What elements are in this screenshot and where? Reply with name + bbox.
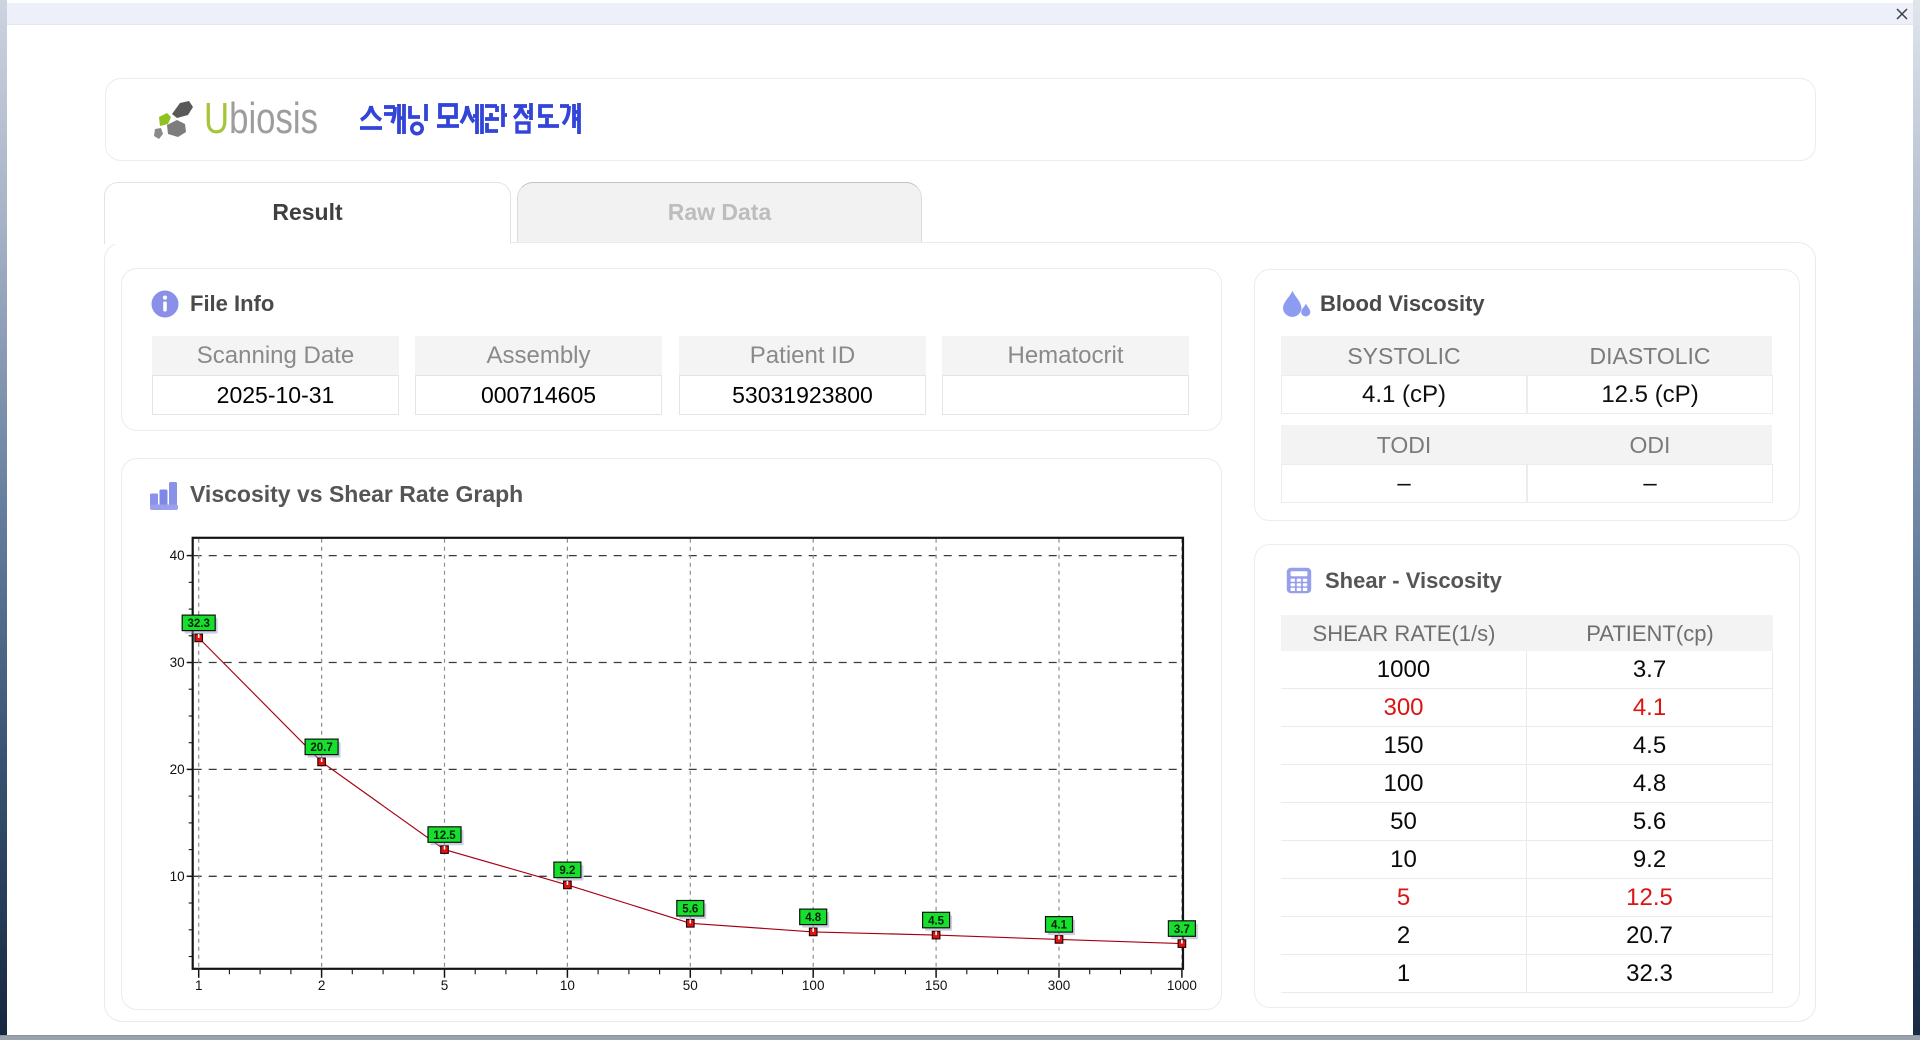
- svg-text:3.7: 3.7: [1174, 924, 1190, 936]
- svg-text:5.6: 5.6: [682, 904, 698, 916]
- svg-text:9.2: 9.2: [559, 865, 575, 877]
- svg-text:4.1: 4.1: [1051, 920, 1068, 932]
- svg-text:300: 300: [1048, 978, 1071, 993]
- svg-text:32.3: 32.3: [188, 618, 210, 630]
- svg-text:20.7: 20.7: [310, 742, 332, 754]
- svg-text:40: 40: [170, 548, 185, 563]
- svg-text:50: 50: [683, 978, 698, 993]
- svg-text:2: 2: [318, 978, 326, 993]
- svg-text:12.5: 12.5: [433, 830, 456, 842]
- svg-text:1: 1: [195, 978, 203, 993]
- svg-text:5: 5: [441, 978, 449, 993]
- svg-text:4.5: 4.5: [928, 915, 945, 927]
- svg-text:20: 20: [170, 762, 185, 777]
- svg-text:4.8: 4.8: [805, 912, 822, 924]
- svg-text:10: 10: [170, 869, 185, 884]
- svg-text:100: 100: [802, 978, 825, 993]
- svg-text:10: 10: [560, 978, 575, 993]
- svg-text:1000: 1000: [1167, 978, 1197, 993]
- svg-text:150: 150: [925, 978, 948, 993]
- svg-text:30: 30: [170, 655, 185, 670]
